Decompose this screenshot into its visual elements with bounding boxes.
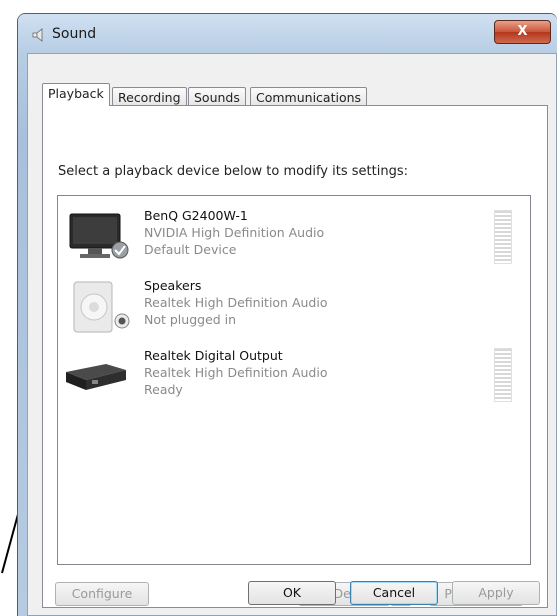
instructions-text: Select a playback device below to modify… <box>58 164 408 179</box>
device-status: Default Device <box>144 242 237 257</box>
sound-dialog: Sound X Playback Recording Sounds Commun… <box>18 14 557 616</box>
device-status: Ready <box>144 382 183 397</box>
window-title: Sound <box>52 26 97 42</box>
device-driver: Realtek High Definition Audio <box>144 295 328 310</box>
cancel-button[interactable]: Cancel <box>350 581 438 605</box>
digital-output-icon <box>66 364 126 390</box>
tab-communications[interactable]: Communications <box>250 87 368 106</box>
playback-panel: Select a playback device below to modify… <box>42 105 548 608</box>
ok-button[interactable]: OK <box>248 581 336 605</box>
tab-playback[interactable]: Playback <box>42 83 110 106</box>
default-check-icon <box>111 241 129 259</box>
volume-meter <box>494 348 512 402</box>
device-name: Speakers <box>144 278 202 293</box>
tab-sounds[interactable]: Sounds <box>188 87 246 106</box>
volume-meter <box>494 210 512 264</box>
apply-button[interactable]: Apply <box>452 581 540 605</box>
device-name: BenQ G2400W-1 <box>144 208 248 223</box>
speaker-icon <box>32 28 43 42</box>
close-button[interactable]: X <box>494 20 551 44</box>
configure-button[interactable]: Configure <box>55 582 149 606</box>
device-status: Not plugged in <box>144 312 237 327</box>
device-driver: NVIDIA High Definition Audio <box>144 225 325 240</box>
list-item[interactable]: BenQ G2400W-1 NVIDIA High Definition Aud… <box>58 204 530 272</box>
tab-recording[interactable]: Recording <box>112 87 187 106</box>
device-driver: Realtek High Definition Audio <box>144 365 328 380</box>
dialog-client: Playback Recording Sounds Communications… <box>27 53 557 616</box>
list-item[interactable]: Realtek Digital Output Realtek High Defi… <box>58 344 530 412</box>
unplugged-icon <box>114 313 130 329</box>
device-list[interactable]: BenQ G2400W-1 NVIDIA High Definition Aud… <box>57 195 531 565</box>
list-item[interactable]: Speakers Realtek High Definition Audio N… <box>58 274 530 342</box>
device-name: Realtek Digital Output <box>144 348 283 363</box>
